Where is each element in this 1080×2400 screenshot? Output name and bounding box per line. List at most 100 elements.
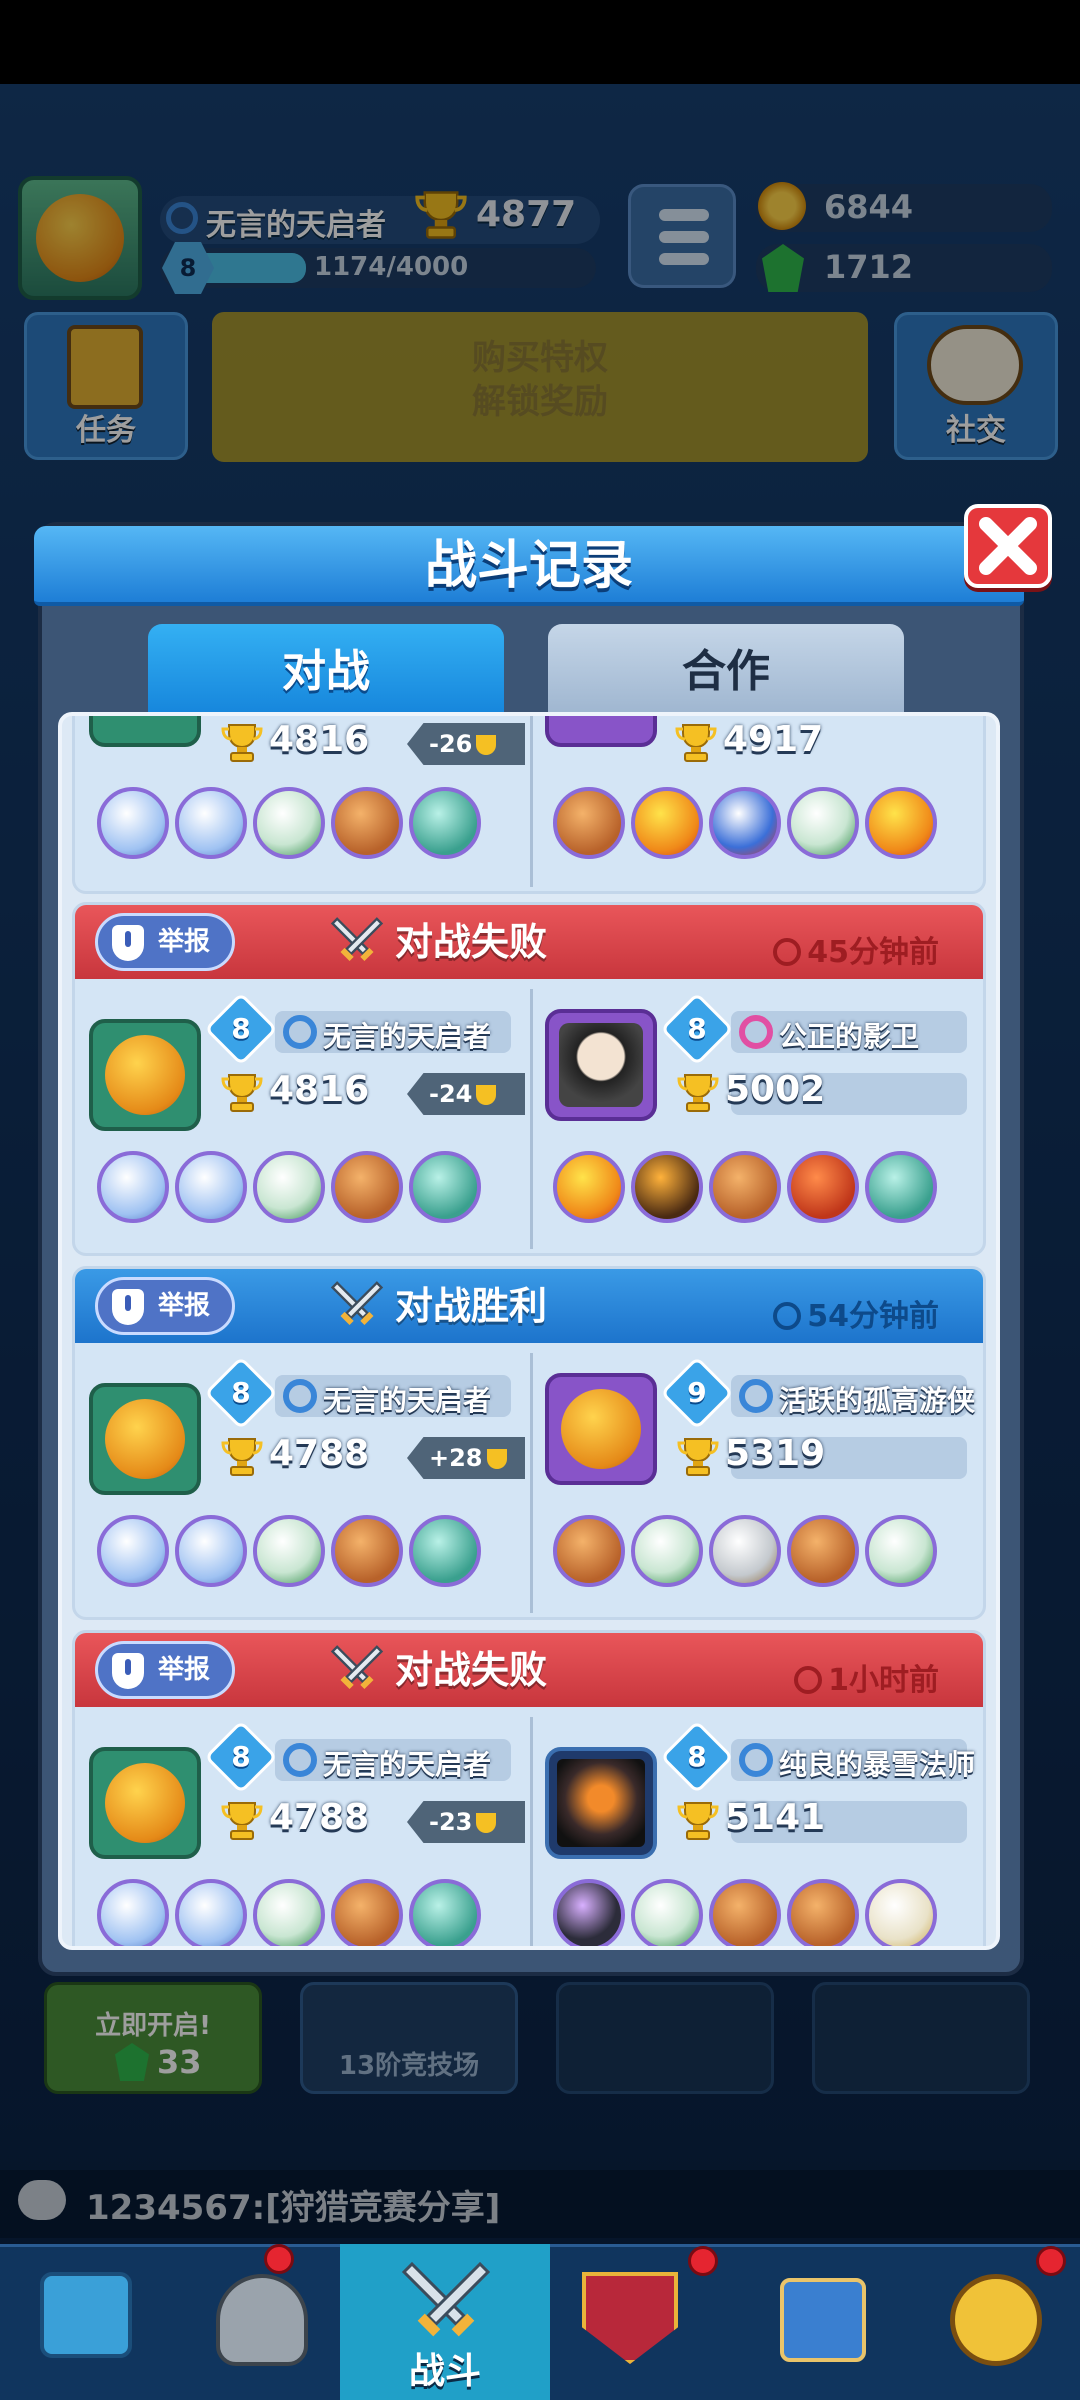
opponent-avatar[interactable] bbox=[545, 1747, 657, 1859]
battle-record-list[interactable]: 4816 -26 4917 举报 对战失败 45分钟前 8 无言的天启者 481… bbox=[58, 712, 1000, 1950]
nav-battle[interactable]: 战斗 bbox=[340, 2244, 550, 2400]
nav-shop[interactable] bbox=[0, 2244, 170, 2400]
unit-hood-icon bbox=[253, 1151, 325, 1223]
time-ago: 45分钟前 bbox=[773, 927, 939, 971]
unit-hood-icon bbox=[253, 1515, 325, 1587]
result-text: 对战失败 bbox=[330, 1643, 548, 1697]
unit-cowboy-icon bbox=[709, 1151, 781, 1223]
card-divider bbox=[530, 1717, 533, 1946]
unit-brawler-icon bbox=[331, 787, 403, 859]
trophy-icon bbox=[677, 1438, 719, 1476]
crossed-swords-icon bbox=[330, 917, 384, 962]
unit-ice-icon bbox=[175, 1151, 247, 1223]
nav-explore[interactable] bbox=[910, 2244, 1080, 2400]
trophy-delta: +28 bbox=[407, 1437, 525, 1479]
trophy-icon bbox=[677, 1802, 719, 1840]
tab-coop[interactable]: 合作 bbox=[548, 624, 904, 714]
opponent-avatar[interactable] bbox=[545, 1009, 657, 1121]
trophy-icon bbox=[675, 724, 717, 762]
player-avatar[interactable] bbox=[89, 1747, 201, 1859]
compass-icon bbox=[950, 2274, 1042, 2366]
helmet-icon bbox=[216, 2274, 308, 2366]
unit-ice-icon bbox=[97, 787, 169, 859]
opponent-photo bbox=[559, 1023, 643, 1107]
level-badge: 8 bbox=[204, 1356, 278, 1430]
player-avatar[interactable] bbox=[89, 1019, 201, 1131]
trophy-value: 4788 bbox=[269, 1433, 370, 1474]
report-button[interactable]: 举报 bbox=[95, 913, 235, 971]
nav-heroes[interactable] bbox=[178, 2244, 348, 2400]
trophy-icon bbox=[221, 1802, 263, 1840]
small-trophy-icon bbox=[476, 1813, 497, 1833]
result-label: 对战失败 bbox=[395, 920, 548, 964]
nav-social[interactable] bbox=[730, 2244, 900, 2400]
nav-clan[interactable] bbox=[548, 2244, 718, 2400]
crossed-swords-icon bbox=[330, 1281, 384, 1326]
unit-zombie-icon bbox=[409, 787, 481, 859]
trophy-value: 5002 bbox=[725, 1069, 826, 1110]
time-label: 45分钟前 bbox=[807, 935, 939, 970]
treasure-chest-icon bbox=[40, 2272, 132, 2358]
opponent-photo bbox=[557, 1759, 645, 1847]
avatar-face-icon bbox=[105, 1035, 185, 1115]
unit-priest-icon bbox=[865, 1879, 937, 1946]
report-label: 举报 bbox=[158, 1655, 211, 1685]
result-text: 对战胜利 bbox=[330, 1279, 548, 1333]
unit-ice-icon bbox=[97, 1515, 169, 1587]
status-bar bbox=[0, 0, 1080, 84]
report-button[interactable]: 举报 bbox=[95, 1277, 235, 1335]
trophy-delta: -23 bbox=[407, 1801, 525, 1843]
trophy-value: 4816 bbox=[269, 719, 370, 760]
player-name: 无言的天启者 bbox=[323, 1748, 492, 1781]
report-button[interactable]: 举报 bbox=[95, 1641, 235, 1699]
unit-zombie-icon bbox=[409, 1151, 481, 1223]
trophy-delta: -26 bbox=[407, 723, 525, 765]
level-badge: 8 bbox=[660, 1720, 734, 1794]
result-header-win: 举报 对战胜利 54分钟前 bbox=[75, 1269, 983, 1343]
player-avatar[interactable] bbox=[89, 716, 201, 747]
crossed-swords-icon bbox=[401, 2261, 491, 2337]
opponent-avatar[interactable] bbox=[545, 716, 657, 747]
avatar-face-icon bbox=[105, 1763, 185, 1843]
result-header-loss: 举报 对战失败 45分钟前 bbox=[75, 905, 983, 979]
card-divider bbox=[530, 989, 533, 1249]
card-divider bbox=[530, 1353, 533, 1613]
unit-brawler-icon bbox=[331, 1515, 403, 1587]
trophy-value: 5319 bbox=[725, 1433, 826, 1474]
male-icon bbox=[739, 1743, 773, 1777]
unit-lava-icon bbox=[787, 1151, 859, 1223]
modal-title: 战斗记录 bbox=[424, 536, 633, 596]
tab-pvp[interactable]: 对战 bbox=[148, 624, 504, 714]
unit-cowboy-icon bbox=[553, 787, 625, 859]
trophy-value: 4788 bbox=[269, 1797, 370, 1838]
opponent-avatar[interactable] bbox=[545, 1373, 657, 1485]
unit-ice-icon bbox=[175, 1879, 247, 1946]
unit-brawler-icon bbox=[331, 1879, 403, 1946]
unit-ice-icon bbox=[97, 1151, 169, 1223]
unit-ice-icon bbox=[175, 1515, 247, 1587]
male-icon bbox=[739, 1379, 773, 1413]
unit-ice-icon bbox=[97, 1879, 169, 1946]
shield-icon bbox=[112, 925, 144, 961]
level-badge: 9 bbox=[660, 1356, 734, 1430]
trophy-icon bbox=[221, 724, 263, 762]
unit-fire-icon bbox=[631, 787, 703, 859]
unit-ninja-icon bbox=[553, 1879, 625, 1946]
player-name: 无言的天启者 bbox=[323, 1020, 492, 1053]
result-label: 对战失败 bbox=[395, 1648, 548, 1692]
unit-brawler-icon bbox=[787, 1515, 859, 1587]
time-label: 1小时前 bbox=[828, 1663, 939, 1698]
unit-brawler-icon bbox=[787, 1879, 859, 1946]
opponent-name: 活跃的孤高游侠 bbox=[779, 1384, 976, 1417]
time-ago: 54分钟前 bbox=[773, 1291, 939, 1335]
unit-goblin-icon bbox=[631, 1515, 703, 1587]
player-name: 无言的天启者 bbox=[323, 1384, 492, 1417]
shield-icon bbox=[112, 1653, 144, 1689]
notification-dot bbox=[264, 2244, 294, 2274]
result-label: 对战胜利 bbox=[395, 1284, 548, 1328]
close-button[interactable] bbox=[964, 504, 1052, 588]
time-ago: 1小时前 bbox=[794, 1655, 939, 1699]
trophy-icon bbox=[221, 1074, 263, 1112]
avatar-face-icon bbox=[105, 1399, 185, 1479]
player-avatar[interactable] bbox=[89, 1383, 201, 1495]
